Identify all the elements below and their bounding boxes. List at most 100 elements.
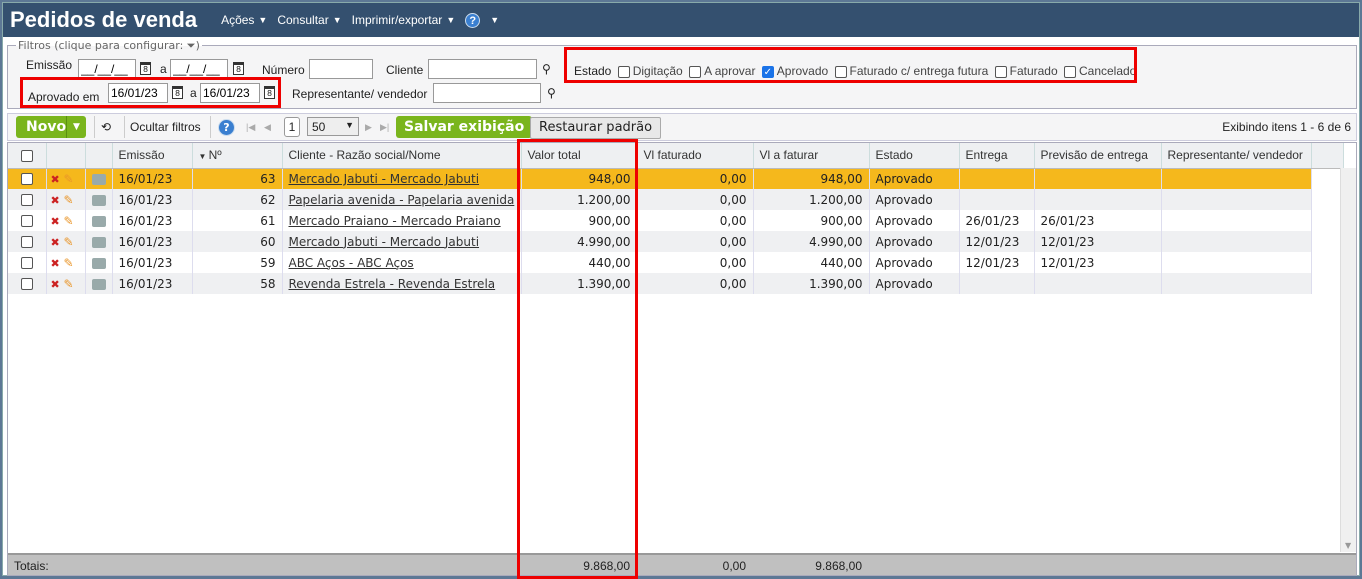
sort-desc-icon: ▼ bbox=[198, 152, 209, 162]
calendar-icon[interactable]: 8 bbox=[140, 62, 151, 75]
salvar-exibicao-button[interactable]: Salvar exibição bbox=[396, 116, 533, 138]
print-icon[interactable] bbox=[91, 215, 106, 227]
cell-numero: 59 bbox=[192, 252, 283, 273]
emissao-label: Emissão bbox=[26, 58, 73, 72]
delete-icon[interactable]: ✖ bbox=[51, 257, 60, 270]
row-checkbox[interactable] bbox=[20, 257, 33, 269]
emissao-to-input[interactable] bbox=[170, 59, 228, 79]
col-vl-faturado[interactable]: Vl faturado bbox=[637, 143, 754, 169]
page-input[interactable]: 1 bbox=[284, 117, 300, 137]
cliente-link[interactable]: Mercado Jabuti - Mercado Jabuti bbox=[289, 172, 480, 186]
print-icon[interactable] bbox=[91, 173, 106, 185]
app-window: Pedidos de venda Ações ▼ Consultar ▼ Impri… bbox=[2, 2, 1360, 579]
first-page-icon[interactable]: |◀ bbox=[246, 118, 255, 136]
scroll-down-icon[interactable]: ▼ bbox=[1345, 541, 1351, 550]
edit-icon[interactable]: ✎ bbox=[64, 172, 74, 186]
delete-icon[interactable]: ✖ bbox=[51, 173, 60, 186]
edit-icon[interactable]: ✎ bbox=[64, 214, 74, 228]
delete-icon[interactable]: ✖ bbox=[51, 236, 60, 249]
menu-consultar[interactable]: Consultar ▼ bbox=[277, 13, 341, 27]
row-checkbox[interactable] bbox=[20, 236, 33, 248]
menu-acoes[interactable]: Ações ▼ bbox=[221, 13, 267, 27]
col-emissao[interactable]: Emissão bbox=[112, 143, 193, 169]
delete-icon[interactable]: ✖ bbox=[51, 215, 60, 228]
help-menu[interactable]: ? ▼ bbox=[465, 12, 499, 28]
table-row[interactable]: ✖ ✎ 16/01/23 61 Mercado Praiano - Mercado … bbox=[8, 210, 1344, 231]
print-icon[interactable] bbox=[91, 236, 106, 248]
edit-icon[interactable]: ✎ bbox=[64, 256, 74, 270]
filler-cell bbox=[1311, 168, 1344, 189]
novo-button[interactable]: Novo ▼ bbox=[16, 116, 86, 138]
cliente-link[interactable]: Mercado Jabuti - Mercado Jabuti bbox=[289, 235, 480, 249]
checkbox-faturado-entrega-futura[interactable] bbox=[834, 65, 847, 78]
table-row[interactable]: ✖ ✎ 16/01/23 62 Papelaria avenida - Papela… bbox=[8, 189, 1344, 210]
cell-representante bbox=[1161, 189, 1312, 210]
numero-input[interactable] bbox=[309, 59, 373, 79]
table-row[interactable]: ✖ ✎ 16/01/23 58 Revenda Estrela - Revenda … bbox=[8, 273, 1344, 294]
calendar-icon[interactable]: 8 bbox=[172, 86, 183, 99]
checkbox-a-aprovar[interactable] bbox=[689, 65, 702, 78]
last-page-icon[interactable]: ▶| bbox=[380, 118, 389, 136]
cell-cliente: Mercado Praiano - Mercado Praiano bbox=[282, 210, 522, 231]
col-previsao[interactable]: Previsão de entrega bbox=[1034, 143, 1162, 169]
estado-option-label: Aprovado bbox=[776, 64, 829, 78]
cell-emissao: 16/01/23 bbox=[112, 168, 193, 189]
col-estado[interactable]: Estado bbox=[869, 143, 960, 169]
menu-imprimir[interactable]: Imprimir/exportar ▼ bbox=[352, 13, 456, 27]
row-checkbox[interactable] bbox=[20, 173, 33, 186]
emissao-from-input[interactable] bbox=[78, 59, 136, 79]
prev-page-icon[interactable]: ◀ bbox=[264, 118, 271, 136]
cell-numero: 58 bbox=[192, 273, 283, 294]
refresh-icon[interactable]: ⟲ bbox=[101, 118, 111, 136]
cell-vl-faturado: 0,00 bbox=[637, 168, 754, 189]
col-cliente[interactable]: Cliente - Razão social/Nome bbox=[282, 143, 522, 169]
select-all-checkbox[interactable] bbox=[20, 150, 33, 163]
help-icon[interactable]: ? bbox=[218, 119, 235, 136]
ocultar-filtros-button[interactable]: Ocultar filtros bbox=[130, 118, 201, 136]
print-icon[interactable] bbox=[91, 257, 106, 269]
aprovado-to-input[interactable] bbox=[200, 83, 260, 103]
row-checkbox[interactable] bbox=[20, 278, 33, 290]
cliente-link[interactable]: Mercado Praiano - Mercado Praiano bbox=[289, 214, 501, 228]
delete-icon[interactable]: ✖ bbox=[51, 194, 60, 207]
table-row[interactable]: ✖ ✎ 16/01/23 60 Mercado Jabuti - Mercado J… bbox=[8, 231, 1344, 252]
cliente-input[interactable] bbox=[428, 59, 537, 79]
vertical-scrollbar[interactable]: ▼ bbox=[1340, 168, 1356, 552]
print-icon[interactable] bbox=[91, 194, 106, 206]
next-page-icon[interactable]: ▶ bbox=[365, 118, 372, 136]
edit-icon[interactable]: ✎ bbox=[64, 277, 74, 291]
cliente-link[interactable]: ABC Aços - ABC Aços bbox=[289, 256, 414, 270]
search-icon[interactable]: ⚲ bbox=[547, 86, 556, 100]
col-representante[interactable]: Representante/ vendedor bbox=[1161, 143, 1312, 169]
print-icon[interactable] bbox=[91, 278, 106, 290]
cell-previsao: 12/01/23 bbox=[1034, 231, 1162, 252]
calendar-icon[interactable]: 8 bbox=[233, 62, 244, 75]
cell-emissao: 16/01/23 bbox=[112, 252, 193, 273]
cliente-link[interactable]: Revenda Estrela - Revenda Estrela bbox=[289, 277, 496, 291]
col-valor-total[interactable]: Valor total bbox=[521, 143, 638, 169]
table-row[interactable]: ✖ ✎ 16/01/23 59 ABC Aços - ABC Aços 440,00 0… bbox=[8, 252, 1344, 273]
col-entrega[interactable]: Entrega bbox=[959, 143, 1035, 169]
row-checkbox[interactable] bbox=[20, 194, 33, 206]
checkbox-cancelado[interactable] bbox=[1063, 65, 1076, 78]
checkbox-aprovado[interactable]: ✓ bbox=[761, 65, 774, 78]
col-vl-a-faturar[interactable]: Vl a faturar bbox=[753, 143, 870, 169]
page-size-select[interactable]: 50 ▼ bbox=[307, 117, 359, 136]
search-icon[interactable]: ⚲ bbox=[542, 62, 551, 76]
col-numero[interactable]: ▼ Nº bbox=[192, 143, 283, 169]
novo-dropdown-icon[interactable]: ▼ bbox=[66, 116, 86, 138]
table-row[interactable]: ✖ ✎ 16/01/23 63 Mercado Jabuti - Mercado J… bbox=[8, 168, 1344, 189]
cell-vl-faturado: 0,00 bbox=[637, 273, 754, 294]
edit-icon[interactable]: ✎ bbox=[64, 193, 74, 207]
representante-input[interactable] bbox=[433, 83, 541, 103]
edit-icon[interactable]: ✎ bbox=[64, 235, 74, 249]
delete-icon[interactable]: ✖ bbox=[51, 278, 60, 291]
calendar-icon[interactable]: 8 bbox=[264, 86, 275, 99]
row-checkbox[interactable] bbox=[20, 215, 33, 227]
filters-legend[interactable]: Filtros (clique para configurar: ⏷) bbox=[16, 39, 202, 53]
restaurar-padrao-button[interactable]: Restaurar padrão bbox=[530, 117, 662, 139]
checkbox-faturado[interactable] bbox=[994, 65, 1007, 78]
cliente-link[interactable]: Papelaria avenida - Papelaria avenida bbox=[289, 193, 515, 207]
checkbox-digitacao[interactable] bbox=[617, 65, 630, 78]
aprovado-from-input[interactable] bbox=[108, 83, 168, 103]
